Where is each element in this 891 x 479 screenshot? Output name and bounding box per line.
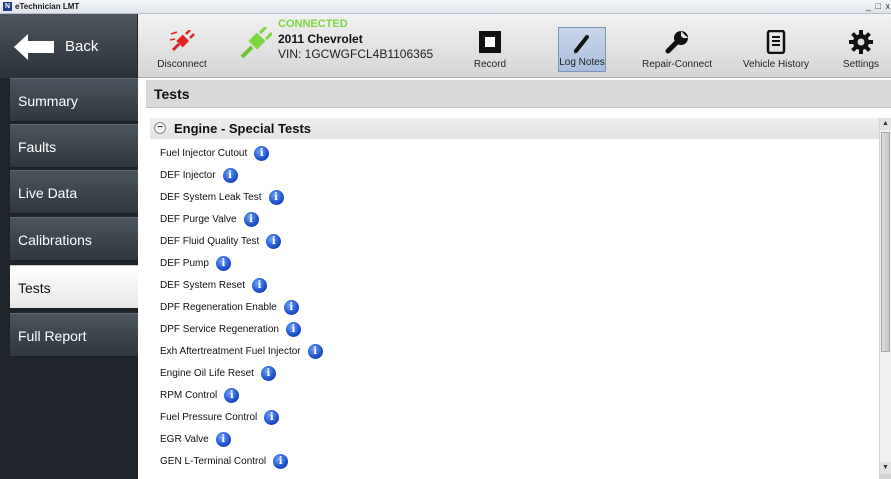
test-label[interactable]: Exh Aftertreatment Fuel Injector [160,346,301,357]
section-title: Engine - Special Tests [174,121,312,136]
list-item[interactable]: DPF Service Regeneration i [160,318,875,340]
sidebar-item-tests[interactable]: Tests [10,265,138,309]
section-header-engine-special-tests[interactable]: − Engine - Special Tests [150,118,879,139]
list-item[interactable]: DEF Purge Valve i [160,208,875,230]
title-bar: N eTechnician LMT _ □ x [0,0,891,14]
info-icon[interactable]: i [222,167,238,183]
test-label[interactable]: Engine Oil Life Reset [160,368,254,379]
list-item[interactable]: EGR Valve i [160,428,875,450]
settings-button[interactable]: Settings [838,14,884,78]
toolbar: Disconnect CONNECTED 2011 Chevrolet VIN:… [138,14,891,78]
test-label[interactable]: DEF Purge Valve [160,214,237,225]
pencil-icon [574,35,589,54]
list-item[interactable]: Fuel Injector Cutout i [160,142,875,164]
wrench-icon [665,31,688,54]
info-icon[interactable]: i [260,365,276,381]
repair-connect-button[interactable]: Repair-Connect [634,14,720,78]
settings-label: Settings [842,59,880,70]
scrollbar-thumb[interactable] [881,132,890,352]
vertical-scrollbar[interactable]: ▲ ▼ [879,118,891,474]
log-notes-button[interactable]: Log Notes [558,27,606,72]
test-label[interactable]: GEN L-Terminal Control [160,456,266,467]
list-item[interactable]: DPF Regeneration Enable i [160,296,875,318]
sidebar-item-full-report[interactable]: Full Report [10,313,138,357]
info-icon[interactable]: i [283,299,299,315]
page-title: Tests [146,80,891,108]
vehicle-vin: VIN: 1GCWGFCL4B1106365 [278,47,434,61]
disconnect-button[interactable]: Disconnect [152,14,212,78]
record-button[interactable]: Record [468,14,512,78]
list-item[interactable]: Engine Oil Life Reset i [160,362,875,384]
scroll-up-icon[interactable]: ▲ [880,118,891,130]
test-label[interactable]: DPF Service Regeneration [160,324,279,335]
list-item[interactable]: DEF Fluid Quality Test i [160,230,875,252]
info-icon[interactable]: i [268,189,284,205]
list-item[interactable]: RPM Control i [160,384,875,406]
list-item[interactable]: Fuel Pressure Control i [160,406,875,428]
info-icon[interactable]: i [266,233,282,249]
info-icon[interactable]: i [285,321,301,337]
info-icon[interactable]: i [215,431,231,447]
list-item[interactable]: Exh Aftertreatment Fuel Injector i [160,340,875,362]
connected-plug-icon [240,27,272,59]
info-icon[interactable]: i [273,453,289,469]
test-label[interactable]: DEF System Leak Test [160,192,262,203]
connection-state: CONNECTED [278,18,348,30]
info-icon[interactable]: i [224,387,240,403]
window-controls[interactable]: _ □ x [866,1,891,11]
vehicle-history-label: Vehicle History [742,59,810,70]
window-edge [879,474,891,479]
collapse-icon[interactable]: − [154,122,166,134]
sidebar-item-live-data[interactable]: Live Data [10,170,138,214]
record-icon [479,31,501,53]
sidebar: Summary Faults Live Data Calibrations Te… [0,78,138,479]
log-notes-label: Log Notes [559,57,605,68]
info-icon[interactable]: i [215,255,231,271]
test-label[interactable]: DEF Pump [160,258,209,269]
list-item[interactable]: DEF Injector i [160,164,875,186]
test-label[interactable]: DEF Fluid Quality Test [160,236,259,247]
test-list: Fuel Injector Cutout i DEF Injector i DEF … [160,142,875,472]
test-label[interactable]: EGR Valve [160,434,209,445]
sidebar-item-faults[interactable]: Faults [10,124,138,168]
back-button-label: Back [65,38,99,55]
back-arrow-icon [14,34,54,60]
repair-connect-label: Repair-Connect [641,59,713,70]
test-label[interactable]: RPM Control [160,390,217,401]
vehicle-name: 2011 Chevrolet [278,32,363,46]
list-item[interactable]: GEN L-Terminal Control i [160,450,875,472]
test-label[interactable]: Fuel Pressure Control [160,412,257,423]
sidebar-item-summary[interactable]: Summary [10,78,138,122]
test-label[interactable]: DEF System Reset [160,280,245,291]
window-title: eTechnician LMT [15,2,80,11]
list-item[interactable]: DEF System Reset i [160,274,875,296]
info-icon[interactable]: i [243,211,259,227]
scroll-down-icon[interactable]: ▼ [880,462,891,474]
gear-icon [849,30,873,54]
record-label: Record [473,59,507,70]
list-item[interactable]: DEF Pump i [160,252,875,274]
disconnect-plug-icon [169,30,195,52]
test-label[interactable]: Fuel Injector Cutout [160,148,247,159]
disconnect-label: Disconnect [157,59,207,70]
list-item[interactable]: DEF System Leak Test i [160,186,875,208]
app-logo-icon: N [3,2,12,11]
connection-status: CONNECTED 2011 Chevrolet VIN: 1GCWGFCL4B… [238,14,458,78]
info-icon[interactable]: i [254,145,270,161]
document-icon [766,30,786,54]
info-icon[interactable]: i [264,409,280,425]
test-label[interactable]: DEF Injector [160,170,216,181]
info-icon[interactable]: i [252,277,268,293]
back-button[interactable]: Back [0,14,138,78]
sidebar-item-calibrations[interactable]: Calibrations [10,217,138,261]
vehicle-history-button[interactable]: Vehicle History [738,14,814,78]
info-icon[interactable]: i [307,343,323,359]
test-label[interactable]: DPF Regeneration Enable [160,302,277,313]
